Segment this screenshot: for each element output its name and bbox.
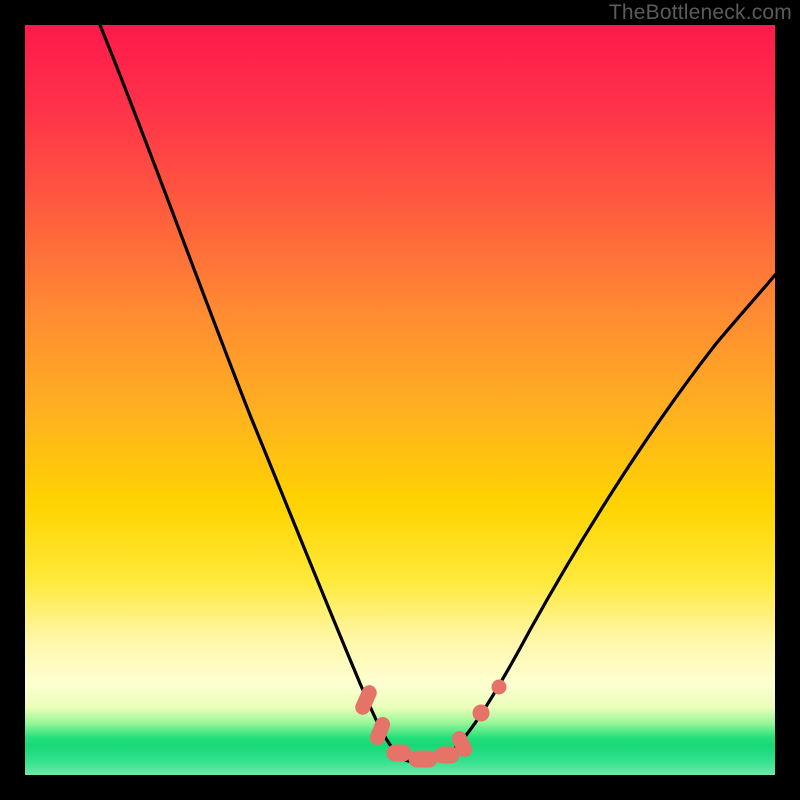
watermark-text: TheBottleneck.com	[609, 1, 792, 25]
chart-frame: TheBottleneck.com	[0, 0, 800, 800]
bottleneck-curve	[100, 25, 775, 763]
plot-area	[25, 25, 775, 775]
curve-layer	[25, 25, 775, 775]
valley-markers	[354, 680, 506, 767]
